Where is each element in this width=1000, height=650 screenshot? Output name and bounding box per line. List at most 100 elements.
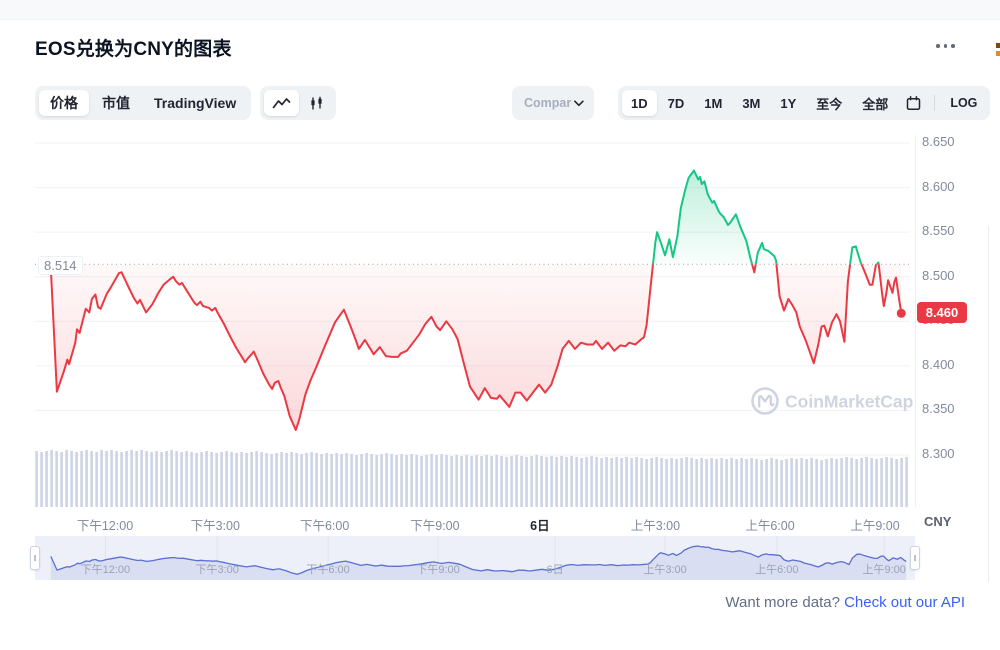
tab-tradingview[interactable]: TradingView — [143, 90, 247, 116]
volume-bar — [140, 450, 143, 507]
last-price-dot — [897, 309, 906, 318]
x-axis-label: 下午6:00 — [300, 515, 349, 534]
navigator-handle-right[interactable]: ‖ — [910, 546, 920, 570]
volume-bar — [795, 459, 798, 507]
date-picker-button[interactable] — [899, 90, 928, 116]
range-all[interactable]: 全部 — [853, 90, 897, 116]
volume-bar — [105, 451, 108, 507]
volume-bar — [835, 459, 838, 507]
volume-bar — [800, 458, 803, 507]
range-1d[interactable]: 1D — [622, 90, 657, 116]
volume-bar — [360, 454, 363, 507]
compare-dropdown[interactable]: Compare — [512, 86, 594, 120]
log-scale-button[interactable]: LOG — [941, 90, 986, 116]
volume-bar — [185, 451, 188, 507]
volume-bar — [690, 458, 693, 507]
volume-bar — [385, 453, 388, 507]
volume-bar — [310, 452, 313, 507]
page-top-strip — [0, 0, 1000, 20]
volume-bar — [620, 458, 623, 507]
volume-bar — [730, 458, 733, 507]
volume-bar — [135, 451, 138, 507]
volume-bar — [550, 456, 553, 507]
volume-bar — [75, 452, 78, 507]
volume-bar — [145, 451, 148, 507]
currency-unit-label: CNY — [924, 514, 951, 529]
volume-bar — [375, 455, 378, 507]
volume-bar — [150, 452, 153, 507]
volume-bar — [655, 457, 658, 507]
api-link[interactable]: Check out our API — [844, 594, 965, 611]
range-3m[interactable]: 3M — [733, 90, 769, 116]
volume-bar — [775, 459, 778, 507]
tab-marketcap[interactable]: 市值 — [91, 90, 141, 116]
more-options-button[interactable] — [936, 44, 955, 48]
x-axis-label: 上午9:00 — [850, 515, 899, 534]
volume-bar — [205, 451, 208, 507]
volume-bar — [805, 459, 808, 507]
volume-bar — [720, 458, 723, 507]
x-axis-label: 6日 — [530, 515, 549, 534]
volume-bar — [850, 458, 853, 507]
volume-bar — [555, 457, 558, 507]
volume-bar — [225, 451, 228, 507]
navigator-handle-left[interactable]: ‖ — [30, 546, 40, 570]
volume-bar — [270, 454, 273, 507]
volume-bar — [125, 451, 128, 507]
chart-type-toggle — [260, 86, 336, 120]
volume-bar — [715, 459, 718, 507]
volume-bar — [595, 457, 598, 507]
volume-bar — [700, 458, 703, 507]
volume-bar — [560, 456, 563, 507]
volume-bar — [575, 457, 578, 507]
volume-bar — [450, 456, 453, 507]
volume-bar — [325, 453, 328, 507]
line-chart-button[interactable] — [264, 90, 299, 116]
volume-bar — [580, 458, 583, 507]
ellipsis-icon — [936, 44, 940, 48]
volume-bar — [180, 452, 183, 507]
tab-price[interactable]: 价格 — [39, 90, 89, 116]
line-chart-icon — [272, 97, 291, 110]
volume-bar — [645, 459, 648, 507]
range-1y[interactable]: 1Y — [771, 90, 805, 116]
volume-bar — [200, 452, 203, 507]
volume-bar — [440, 454, 443, 507]
volume-bar — [365, 453, 368, 507]
volume-bar — [65, 450, 68, 507]
y-axis-label: 8.300 — [922, 446, 955, 461]
page-title: EOS兑换为CNY的图表 — [35, 34, 232, 61]
volume-bar — [300, 454, 303, 507]
volume-bar — [355, 455, 358, 507]
volume-bar — [215, 453, 218, 507]
volume-bar — [540, 456, 543, 507]
volume-bar — [885, 457, 888, 507]
volume-bar — [735, 459, 738, 507]
clipped-widget-artifact — [996, 43, 1000, 57]
range-7d[interactable]: 7D — [659, 90, 694, 116]
navigator[interactable] — [35, 536, 915, 580]
volume-bar — [475, 455, 478, 507]
volume-bar — [335, 453, 338, 507]
volume-bar — [175, 451, 178, 507]
volume-bar — [840, 458, 843, 507]
volume-bar — [90, 451, 93, 507]
range-selector: 1D 7D 1M 3M 1Y 至今 全部 LOG — [618, 86, 990, 120]
range-ytd[interactable]: 至今 — [807, 90, 851, 116]
volume-bar — [585, 457, 588, 507]
price-chart[interactable] — [35, 135, 915, 512]
candlestick-chart-button[interactable] — [301, 90, 332, 116]
volume-bar — [705, 459, 708, 507]
volume-bar — [340, 454, 343, 507]
volume-bar — [875, 459, 878, 507]
last-price-badge: 8.460 — [917, 302, 967, 323]
volume-bar — [120, 452, 123, 507]
volume-bar — [780, 460, 783, 507]
volume-bar — [570, 456, 573, 507]
chart-mode-tabs: 价格 市值 TradingView — [35, 86, 251, 120]
volume-bar — [765, 459, 768, 507]
volume-bar — [845, 457, 848, 507]
y-axis-label: 8.650 — [922, 134, 955, 149]
range-1m[interactable]: 1M — [695, 90, 731, 116]
volume-bar — [590, 456, 593, 507]
